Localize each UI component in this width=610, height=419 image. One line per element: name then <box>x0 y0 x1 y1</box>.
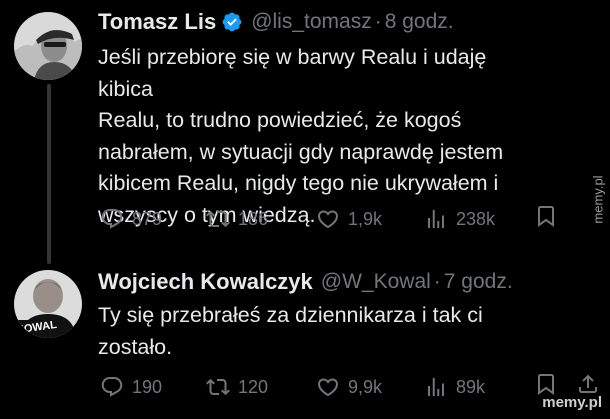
heart-icon <box>317 210 339 229</box>
views-icon <box>428 378 444 396</box>
views-count: 238k <box>456 209 496 229</box>
tweet-tomasz-lis[interactable]: Tomasz Lis @lis_tomasz · 8 godz. Jeśli p… <box>0 0 610 264</box>
tweet-text: Ty się przebrałeś za dziennikarza i tak … <box>98 303 483 359</box>
watermark-bottom: memy.pl <box>542 394 602 411</box>
retweet-icon <box>206 378 230 396</box>
reply-button[interactable]: 190 <box>100 372 162 402</box>
separator-dot: · <box>433 270 441 293</box>
like-count: 1,9k <box>348 209 383 229</box>
retweet-count: 120 <box>238 377 269 397</box>
reply-icon <box>101 377 123 397</box>
thread-line <box>47 84 51 264</box>
views-button[interactable]: 238k <box>424 204 495 234</box>
like-button[interactable]: 9,9k <box>316 372 382 402</box>
share-icon <box>579 374 597 393</box>
retweet-button[interactable]: 186 <box>206 204 268 234</box>
like-button[interactable]: 1,9k <box>316 204 382 234</box>
reply-button[interactable]: 879 <box>100 204 162 234</box>
share-button[interactable] <box>576 372 600 396</box>
watermark-side-text: memy.pl <box>590 175 606 224</box>
tweet-actions: 190 120 9,9k 89k <box>98 372 597 402</box>
watermark-side: memy.pl <box>588 166 608 236</box>
retweet-icon <box>206 210 230 228</box>
bookmark-icon <box>538 374 554 395</box>
tweet-time[interactable]: 8 godz. <box>385 8 454 36</box>
views-button[interactable]: 89k <box>424 372 485 402</box>
bookmark-button[interactable] <box>534 204 558 228</box>
tweet-actions: 879 186 1,9k 238k <box>98 204 568 234</box>
verified-badge-icon <box>221 11 243 33</box>
author-name[interactable]: Tomasz Lis <box>98 8 216 36</box>
views-count: 89k <box>456 377 486 397</box>
retweet-count: 186 <box>238 209 269 229</box>
author-handle[interactable]: @lis_tomasz <box>251 8 372 36</box>
like-count: 9,9k <box>348 377 383 397</box>
retweet-button[interactable]: 120 <box>206 372 268 402</box>
author-name[interactable]: Wojciech Kowalczyk <box>98 268 313 296</box>
reply-count: 190 <box>132 377 163 397</box>
tweet-text: Jeśli przebiorę się w barwy Realu i udaj… <box>98 45 504 227</box>
heart-icon <box>317 378 339 397</box>
tweet-header: Wojciech Kowalczyk @W_Kowal · 7 godz. <box>98 268 513 296</box>
separator-dot: · <box>374 10 382 33</box>
views-icon <box>428 210 444 228</box>
reply-count: 879 <box>132 209 163 229</box>
bookmark-button[interactable] <box>534 372 558 396</box>
author-handle[interactable]: @W_Kowal <box>321 268 431 296</box>
tweet-time[interactable]: 7 godz. <box>444 268 513 296</box>
tweet-wojciech-kowalczyk[interactable]: KOWAL Wojciech Kowalczyk @W_Kowal · 7 go… <box>0 262 610 419</box>
bookmark-icon <box>538 206 554 227</box>
avatar[interactable]: KOWAL <box>14 270 82 338</box>
tweet-header: Tomasz Lis @lis_tomasz · 8 godz. <box>98 8 454 36</box>
reply-icon <box>101 209 123 229</box>
avatar[interactable] <box>14 12 82 80</box>
